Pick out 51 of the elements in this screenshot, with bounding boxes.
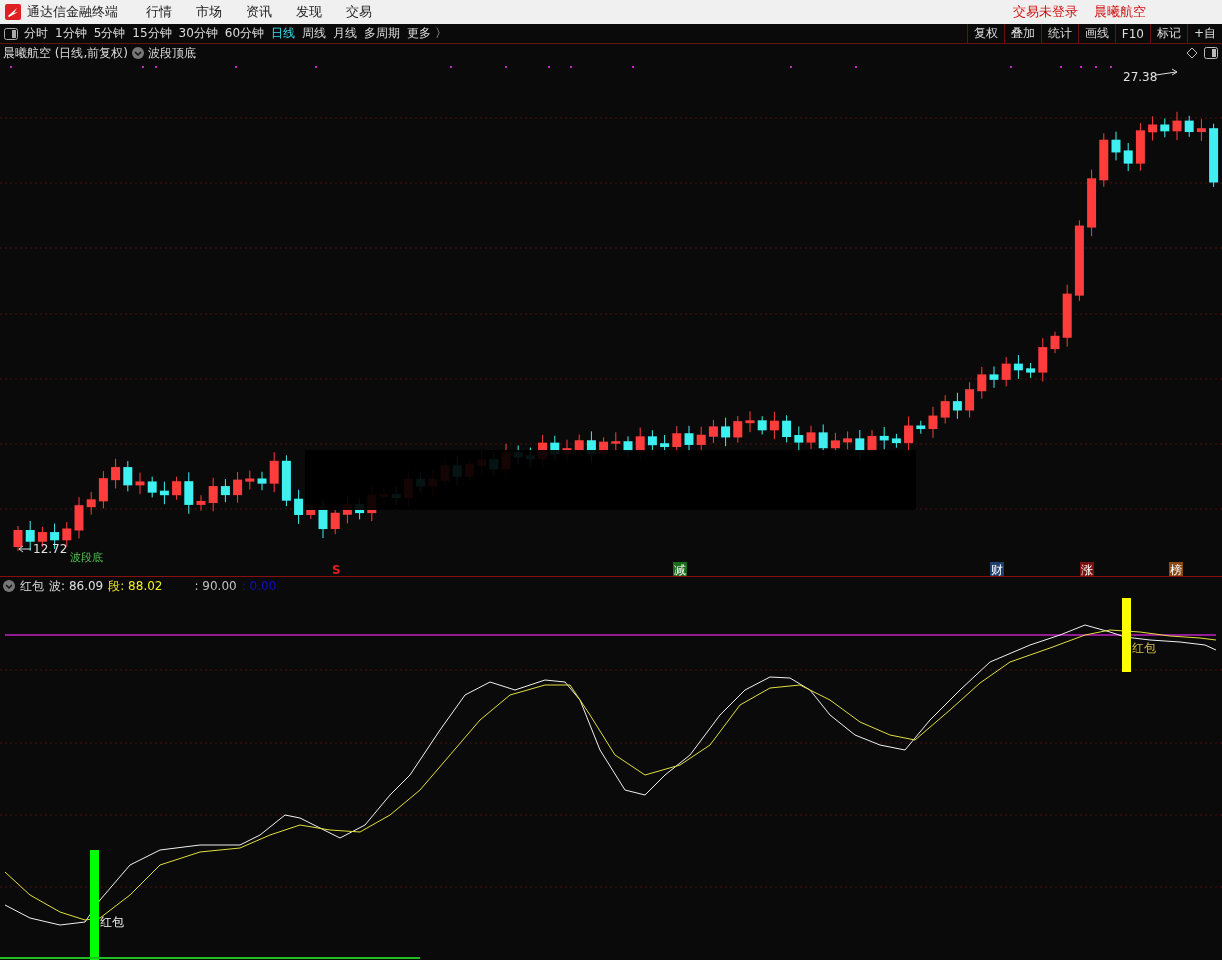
period-tab[interactable]: 日线 [271, 25, 296, 42]
panel-toggle-icon[interactable] [1204, 47, 1218, 59]
high-price-label: 27.38 [1123, 70, 1158, 84]
period-tab[interactable]: 30分钟 [178, 25, 218, 42]
period-tab[interactable]: 多周期 [364, 25, 401, 42]
indicator-value: : 90.00 [194, 579, 237, 593]
menu-item[interactable]: 资讯 [246, 3, 272, 21]
toolbar-button[interactable]: 叠加 [1003, 24, 1041, 43]
indicator-value: 波: 86.09 [49, 577, 104, 595]
dropdown-icon[interactable] [132, 47, 144, 59]
signal-marker: 财 [990, 562, 1004, 576]
dropdown-icon[interactable] [3, 580, 15, 592]
signal-marker: S [332, 563, 341, 576]
indicator-value: 段: 88.02 [108, 577, 163, 595]
toolbar-button[interactable]: F10 [1114, 24, 1150, 43]
indicator-value: : 0.00 [241, 579, 277, 593]
login-status-link[interactable]: 交易未登录 [1013, 3, 1078, 21]
toolbar-button[interactable]: 标记 [1149, 24, 1187, 43]
signal-marker: 榜 [1169, 562, 1183, 576]
signal-marker: 减 [673, 562, 687, 576]
period-tab[interactable]: 分时 [24, 25, 48, 42]
period-tab[interactable]: 更多 〉 [407, 25, 447, 42]
app-title: 通达信金融终端 [27, 3, 118, 21]
account-name[interactable]: 晨曦航空 [1094, 3, 1146, 21]
chart-title: 晨曦航空 (日线,前复权) [3, 44, 128, 62]
app-logo-icon [5, 4, 21, 20]
low-price-label: 12.72 [33, 542, 68, 556]
high-arrow-icon [1155, 68, 1178, 76]
signal-label: 红包 [100, 915, 124, 929]
period-tab[interactable]: 1分钟 [55, 25, 87, 42]
toolbar-button[interactable]: +自 [1186, 24, 1222, 43]
period-tab[interactable]: 周线 [302, 25, 327, 42]
period-tab[interactable]: 60分钟 [224, 25, 265, 42]
period-tab[interactable]: 月线 [333, 25, 358, 42]
menu-item[interactable]: 交易 [346, 3, 372, 21]
indicator-name[interactable]: 波段顶底 [148, 44, 196, 62]
diamond-icon[interactable] [1186, 47, 1198, 59]
wave-bottom-label: 波段底 [70, 551, 103, 564]
period-tab[interactable]: 5分钟 [93, 25, 126, 42]
indicator-name: 红包 [20, 577, 44, 595]
panel-toggle-icon[interactable] [4, 27, 18, 40]
toolbar-button[interactable]: 复权 [966, 24, 1004, 43]
signal-label: 红包 [1132, 641, 1156, 655]
period-tab[interactable]: 15分钟 [132, 25, 172, 42]
signal-marker: 涨 [1080, 562, 1094, 576]
toolbar-button[interactable]: 统计 [1040, 24, 1078, 43]
menu-item[interactable]: 市场 [196, 3, 222, 21]
low-arrow-icon [18, 545, 32, 553]
menu-item[interactable]: 发现 [296, 3, 322, 21]
toolbar-button[interactable]: 画线 [1077, 24, 1115, 43]
menu-item[interactable]: 行情 [146, 3, 172, 21]
